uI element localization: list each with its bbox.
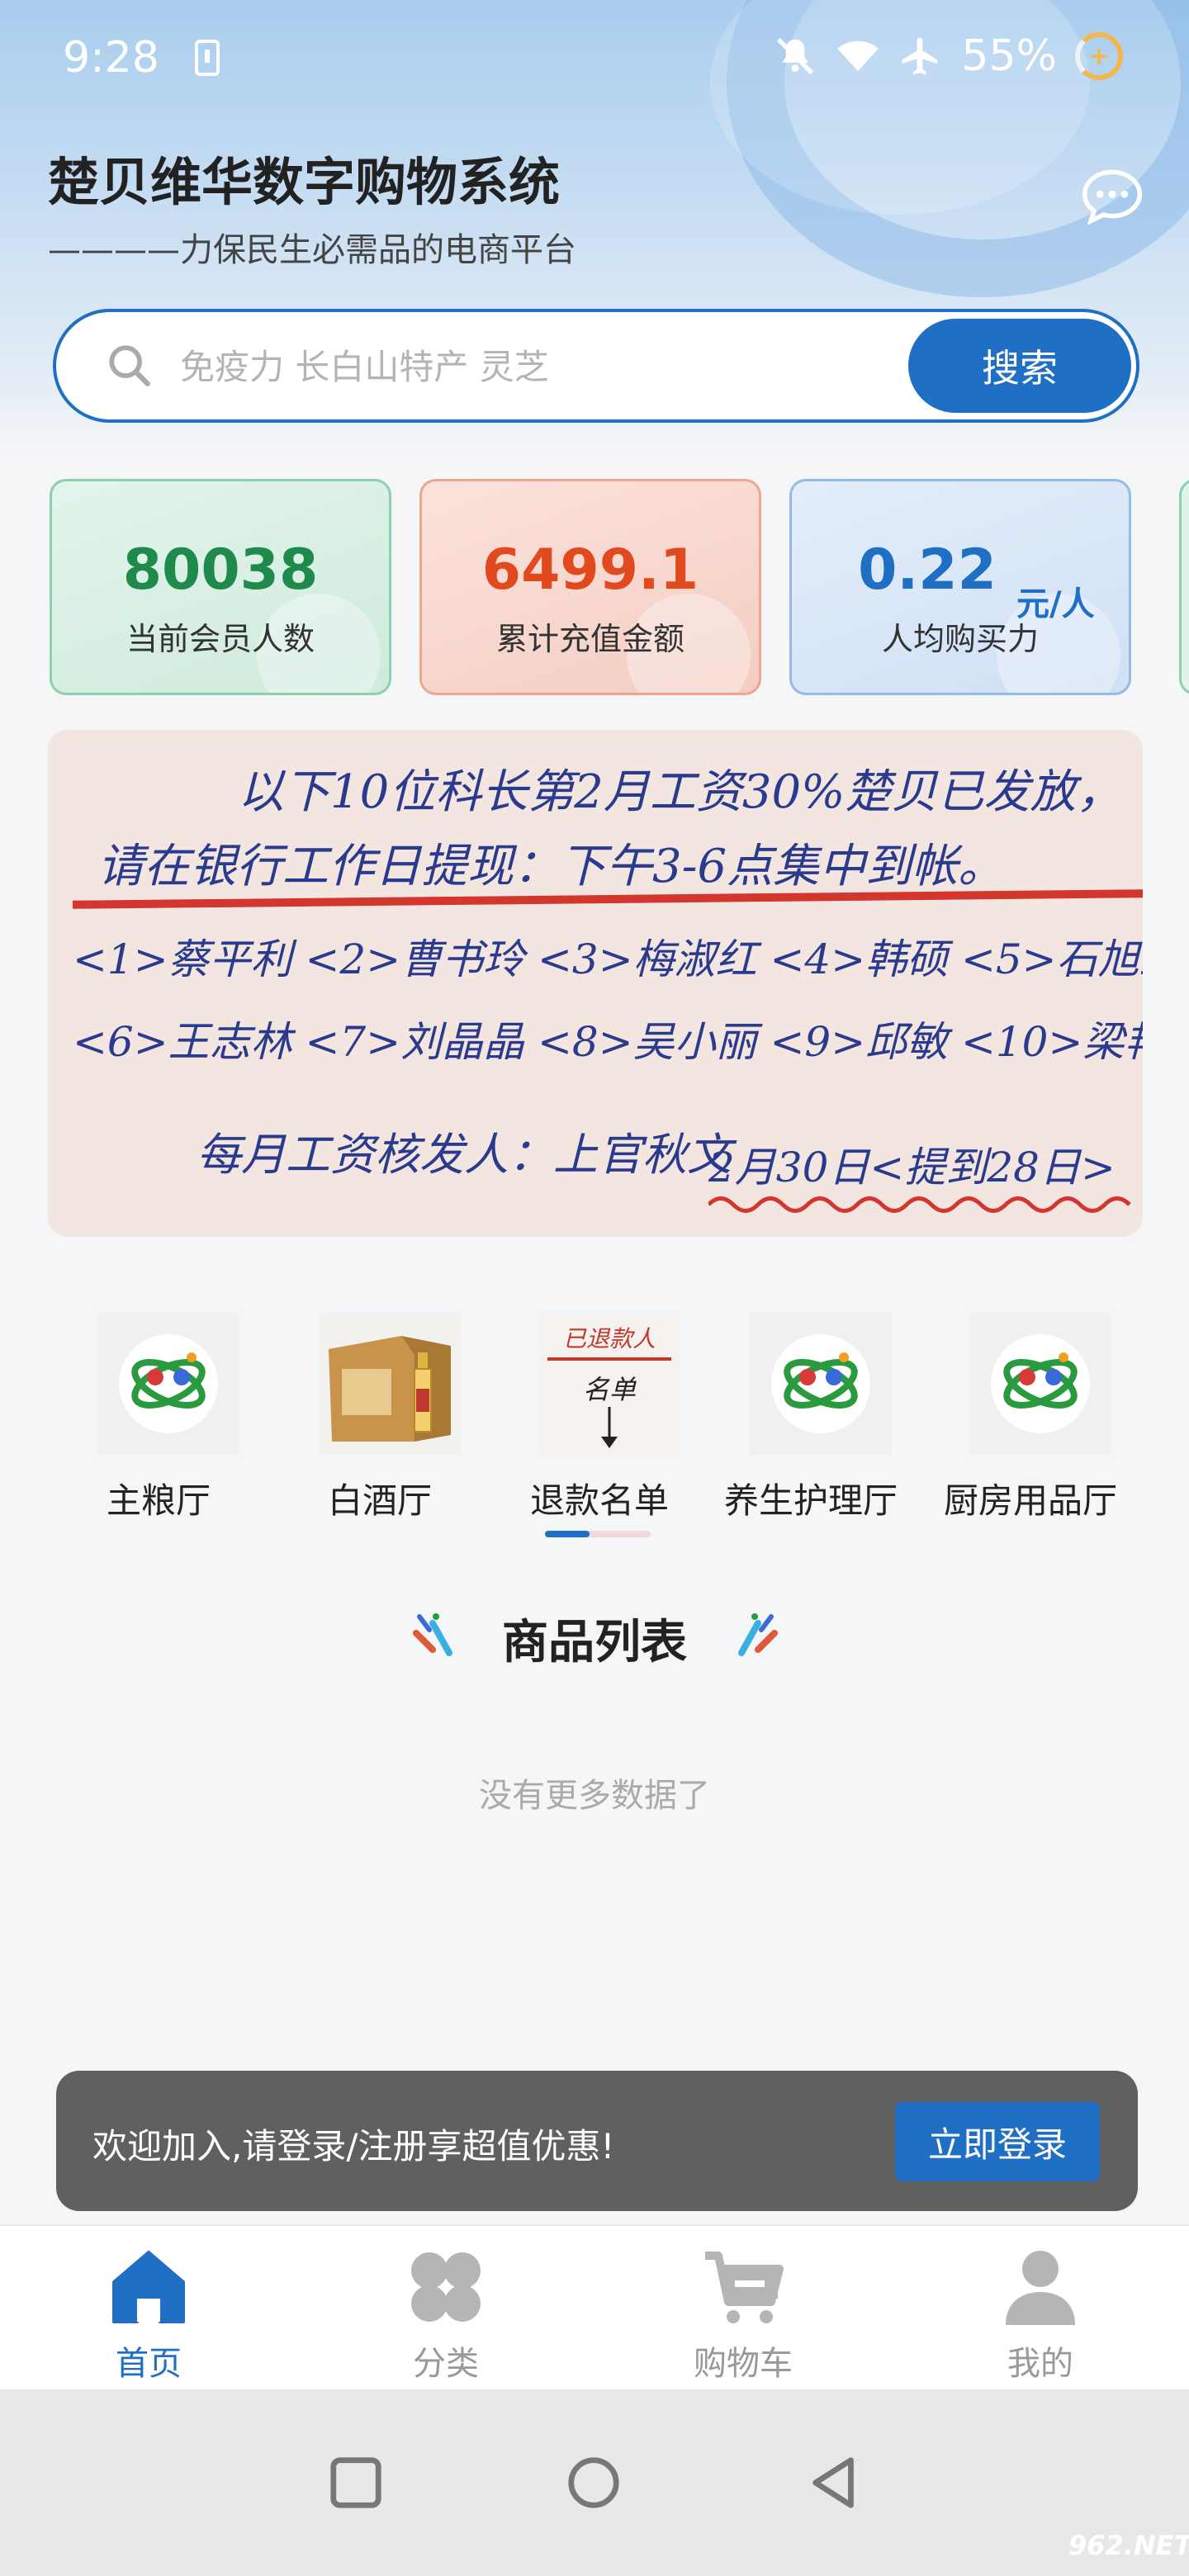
app-subtitle: ————力保民生必需品的电商平台 bbox=[48, 231, 576, 269]
search-icon bbox=[109, 345, 150, 386]
login-button[interactable]: 立即登录 bbox=[895, 2102, 1100, 2181]
stat-label: 累计充值金额 bbox=[495, 621, 685, 657]
tab-cart[interactable]: 购物车 bbox=[594, 2226, 892, 2391]
tab-home[interactable]: 首页 bbox=[0, 2226, 297, 2391]
stat-card-recharge: 6499.1 累计充值金额 bbox=[419, 479, 761, 695]
tab-category[interactable]: 分类 bbox=[297, 2226, 594, 2391]
login-prompt-text: 欢迎加入,请登录/注册享超值优惠! bbox=[92, 2126, 615, 2166]
category-label: 退款名单 bbox=[529, 1480, 669, 1521]
search-input[interactable] bbox=[180, 335, 923, 398]
category-label: 白酒厅 bbox=[327, 1480, 432, 1521]
tab-label: 首页 bbox=[116, 2345, 182, 2383]
stat-value: 80038 bbox=[122, 537, 319, 603]
category-liquor[interactable]: 白酒厅 bbox=[281, 1313, 479, 1527]
mute-bell-icon bbox=[777, 37, 814, 75]
category-label: 主粮厅 bbox=[106, 1480, 211, 1521]
home-icon bbox=[112, 2251, 185, 2323]
category-health-care[interactable]: 养生护理厅 bbox=[712, 1313, 910, 1527]
login-prompt-banner: 欢迎加入,请登录/注册享超值优惠! 立即登录 bbox=[56, 2071, 1138, 2211]
stat-card-partial bbox=[1179, 479, 1189, 695]
battery-percent: 55% bbox=[961, 31, 1057, 81]
battery-icon: + bbox=[1075, 32, 1123, 80]
bottom-tab-bar: 首页 分类 购物车 我的 bbox=[0, 2224, 1189, 2389]
download-notification-icon bbox=[195, 40, 220, 76]
home-button-icon[interactable] bbox=[565, 2454, 623, 2512]
stat-label: 当前会员人数 bbox=[126, 621, 315, 657]
status-time: 9:28 bbox=[63, 33, 159, 83]
category-staple-food[interactable]: 主粮厅 bbox=[59, 1313, 258, 1527]
cart-icon bbox=[705, 2252, 784, 2323]
notice-line: 每月工资核发人：上官秋文 bbox=[197, 1129, 732, 1181]
status-bar: 9:28 55% + bbox=[0, 0, 1189, 124]
notice-line: <1>蔡平利 <2>曹书玲 <3>梅淑红 <4>韩硕 <5>石旭红 bbox=[73, 935, 1143, 983]
header-background: 9:28 55% + 楚贝维华数字购物系统 ————力保民生必需品的电商平台 免… bbox=[0, 0, 1189, 462]
section-title: 商品列表 bbox=[502, 1616, 687, 1669]
chubei-logo-icon bbox=[750, 1313, 892, 1455]
search-button[interactable]: 搜索 bbox=[908, 319, 1131, 413]
watermark-logo: 962.NET bbox=[1068, 2530, 1189, 2561]
category-icon bbox=[411, 2252, 481, 2322]
tab-label: 我的 bbox=[1007, 2345, 1073, 2383]
notice-line: <6>王志林 <7>刘晶晶 <8>吴小丽 <9>邱敏 <10>梁艳东 bbox=[73, 1018, 1143, 1066]
search-bar[interactable]: 搜索 bbox=[53, 309, 1139, 423]
category-label: 养生护理厅 bbox=[723, 1480, 898, 1521]
tab-label: 购物车 bbox=[694, 2345, 793, 2383]
system-navigation-bar bbox=[0, 2389, 1189, 2576]
user-icon bbox=[1006, 2251, 1075, 2325]
notice-date: 2月30日<提到28日> bbox=[708, 1144, 1116, 1191]
refund-list-image: 已退款人 名单 bbox=[538, 1313, 680, 1455]
stat-label: 人均购买力 bbox=[881, 621, 1039, 657]
category-kitchen[interactable]: 厨房用品厅 bbox=[931, 1313, 1130, 1527]
category-label: 厨房用品厅 bbox=[943, 1480, 1117, 1521]
tab-profile[interactable]: 我的 bbox=[892, 2226, 1189, 2391]
status-icons: 55% + bbox=[773, 31, 1123, 81]
category-refund-list[interactable]: 已退款人 名单 退款名单 bbox=[500, 1313, 699, 1527]
notice-banner[interactable]: 以下10位科长第2月工资30%楚贝已发放， 请在银行工作日提现：下午3-6点集中… bbox=[48, 730, 1143, 1237]
empty-list-text: 没有更多数据了 bbox=[479, 1777, 710, 1815]
stat-card-purchasing-power: 0.22 元/人 人均购买力 bbox=[789, 479, 1131, 695]
category-scroll-indicator bbox=[545, 1531, 651, 1537]
back-icon[interactable] bbox=[806, 2454, 864, 2512]
stat-card-members: 80038 当前会员人数 bbox=[50, 479, 391, 695]
red-squiggle bbox=[708, 1196, 1131, 1213]
liquor-box-image bbox=[319, 1313, 461, 1455]
airplane-icon bbox=[902, 37, 938, 75]
recent-apps-icon[interactable] bbox=[327, 2454, 385, 2512]
app-title: 楚贝维华数字购物系统 bbox=[48, 152, 561, 212]
section-decoration-icon bbox=[738, 1613, 778, 1656]
chubei-logo-icon bbox=[97, 1313, 239, 1455]
message-icon[interactable] bbox=[1082, 168, 1143, 225]
stat-value: 6499.1 bbox=[481, 537, 699, 603]
wifi-icon bbox=[837, 40, 879, 71]
notice-line: 以下10位科长第2月工资30%楚贝已发放， bbox=[238, 765, 1123, 819]
tab-label: 分类 bbox=[413, 2345, 479, 2383]
chubei-logo-icon bbox=[969, 1313, 1111, 1455]
notice-line: 请在银行工作日提现：下午3-6点集中到帐。 bbox=[97, 840, 1005, 893]
